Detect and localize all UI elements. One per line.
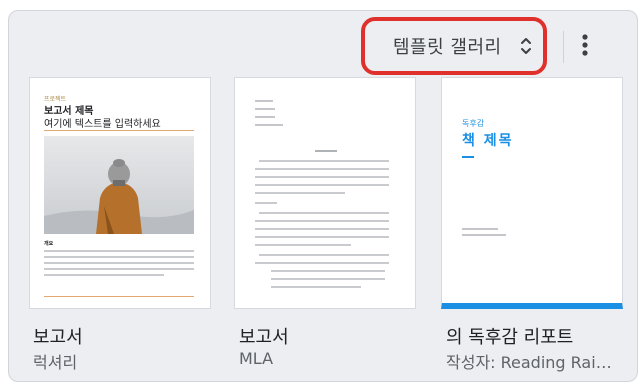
- template-card-report-mla[interactable]: [234, 77, 416, 309]
- template-subtitle: 작성자: Reading Rainbow: [446, 353, 618, 372]
- header-line: [255, 100, 273, 102]
- template-gallery-panel: 템플릿 갤러리 프로젝트 보고서 제목 여기에 텍스트를 입력하세요 개요 독후…: [8, 10, 638, 382]
- template-card-book-report[interactable]: 독후감 책 제목: [441, 77, 623, 309]
- text-line: [44, 262, 194, 264]
- text-line: [255, 262, 389, 264]
- text-line: [271, 270, 385, 272]
- template-title: 의 독후감 리포트: [446, 327, 574, 348]
- template-subtitle: 럭셔리: [33, 353, 78, 372]
- header-line: [255, 108, 275, 110]
- text-line: [255, 220, 389, 222]
- text-line: [259, 212, 389, 214]
- text-line: [255, 228, 389, 230]
- book-accent-dash: [462, 156, 474, 158]
- header-line: [255, 116, 275, 118]
- header-line: [255, 124, 283, 126]
- text-line: [255, 236, 389, 238]
- unfold-icon: [521, 38, 531, 54]
- author-line: [462, 228, 498, 230]
- text-line: [44, 274, 164, 276]
- text-line: [271, 278, 385, 280]
- text-line: [255, 184, 389, 186]
- mla-title-line: [315, 150, 337, 152]
- template-title: 보고서: [33, 327, 83, 348]
- text-line: [255, 202, 277, 204]
- text-line: [271, 286, 361, 288]
- text-line: [255, 168, 389, 170]
- report-bottom-rule: [44, 296, 194, 297]
- report-subheading: 여기에 텍스트를 입력하세요: [44, 119, 161, 130]
- report-rule: [44, 130, 194, 131]
- text-line: [44, 268, 194, 270]
- template-title: 보고서: [239, 327, 289, 348]
- text-line: [255, 192, 345, 194]
- text-line: [255, 244, 351, 246]
- date-line: [462, 234, 506, 236]
- more-vert-icon[interactable]: [579, 31, 591, 59]
- text-line: [44, 256, 194, 258]
- book-title: 책 제목: [462, 133, 514, 149]
- toolbar-divider: [563, 31, 564, 63]
- report-section-label: 개요: [44, 241, 54, 247]
- template-gallery-label: 템플릿 갤러리: [393, 37, 502, 58]
- report-cover-photo: [44, 136, 194, 234]
- text-line: [255, 176, 389, 178]
- book-small-label: 독후감: [462, 119, 485, 128]
- template-card-report-luxury[interactable]: 프로젝트 보고서 제목 여기에 텍스트를 입력하세요 개요: [29, 77, 211, 309]
- text-line: [44, 250, 194, 252]
- text-line: [259, 160, 389, 162]
- template-gallery-button[interactable]: 템플릿 갤러리: [361, 17, 547, 75]
- text-line: [259, 254, 389, 256]
- template-subtitle: MLA: [239, 349, 274, 368]
